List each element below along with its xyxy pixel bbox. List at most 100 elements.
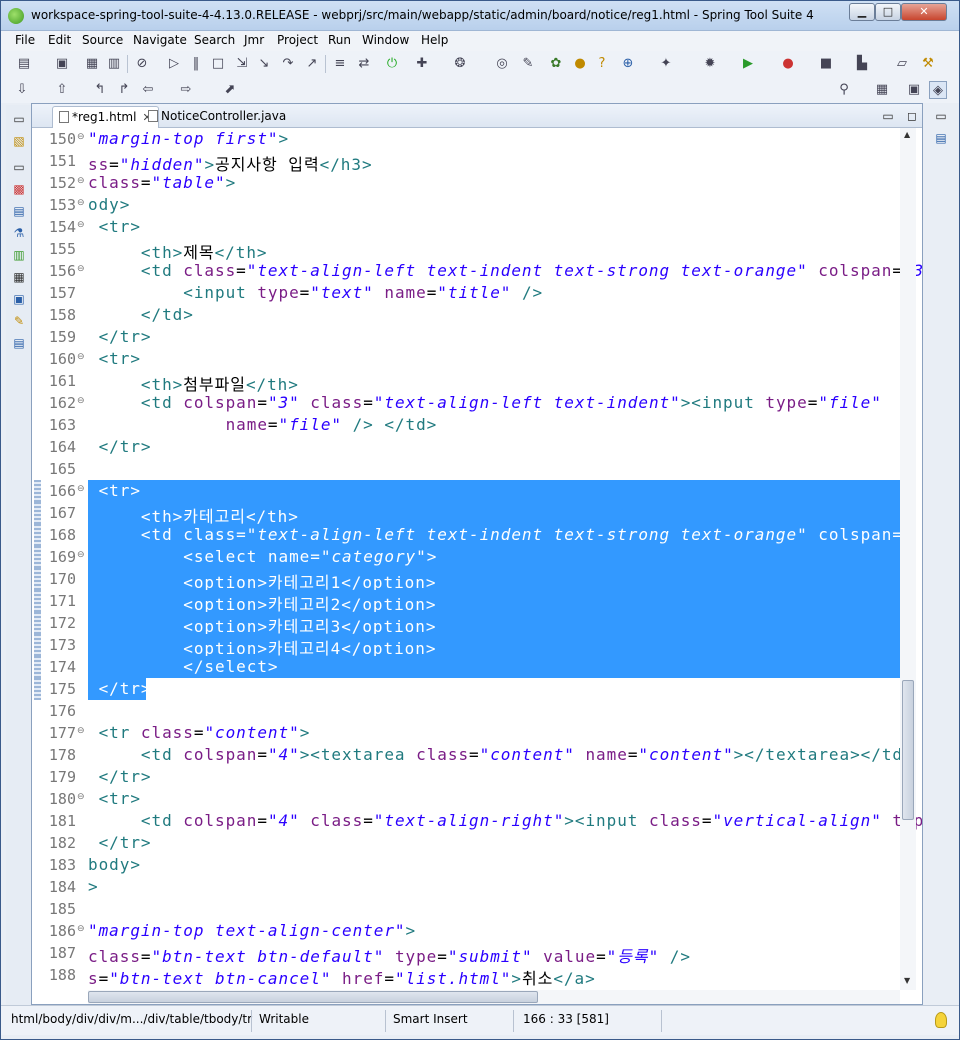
- code-line[interactable]: 177 ⊖ <tr class="content">: [32, 722, 900, 744]
- code-line[interactable]: 185: [32, 898, 900, 920]
- code-line[interactable]: 170 <option>카테고리1</option>: [32, 568, 900, 592]
- outline-right-icon[interactable]: ▤: [932, 129, 950, 147]
- new-spring-project-icon[interactable]: ✚: [413, 55, 431, 73]
- menu-window[interactable]: Window: [362, 33, 409, 47]
- fold-toggle-icon[interactable]: ⊖: [77, 132, 85, 142]
- step-into-icon[interactable]: ↘: [255, 55, 273, 73]
- help-icon[interactable]: ?: [593, 55, 611, 73]
- code-line[interactable]: 188 s="btn-text btn-cancel" href="list.ht…: [32, 964, 900, 988]
- save-icon[interactable]: ▣: [53, 55, 71, 73]
- code-line[interactable]: 159 </tr>: [32, 326, 900, 348]
- git-icon[interactable]: ✦: [657, 55, 675, 73]
- search-icon[interactable]: ⚲: [835, 81, 853, 99]
- search-edit-icon[interactable]: ✎: [519, 55, 537, 73]
- browser-icon[interactable]: ◎: [493, 55, 511, 73]
- debug-icon[interactable]: ✹: [701, 55, 719, 73]
- fold-toggle-icon[interactable]: ⊖: [77, 198, 85, 208]
- fold-toggle-icon[interactable]: ⊖: [77, 924, 85, 934]
- fold-toggle-icon[interactable]: ⊖: [77, 396, 85, 406]
- previous-annotation-icon[interactable]: ⇧: [53, 81, 71, 99]
- code-line[interactable]: 178 <td colspan="4"><textarea class="con…: [32, 744, 913, 766]
- code-line[interactable]: 180 ⊖ <tr>: [32, 788, 900, 810]
- restore-2-icon[interactable]: ▭: [11, 159, 27, 175]
- code-line[interactable]: 153 ⊖ ody>: [32, 194, 900, 216]
- plugin-icon[interactable]: ✿: [547, 55, 565, 73]
- problems-icon[interactable]: ▩: [11, 181, 27, 197]
- fold-toggle-icon[interactable]: ⊖: [77, 726, 85, 736]
- next-annotation-icon[interactable]: ⇩: [13, 81, 31, 99]
- terminate-icon[interactable]: □: [209, 55, 227, 73]
- scroll-up-icon[interactable]: ▲: [904, 130, 910, 139]
- deploy-icon[interactable]: ▙: [853, 55, 871, 73]
- menu-file[interactable]: File: [15, 33, 35, 47]
- fold-toggle-icon[interactable]: ⊖: [77, 220, 85, 230]
- spring-perspective-icon[interactable]: ◈: [929, 81, 947, 99]
- fold-toggle-icon[interactable]: ⊖: [77, 792, 85, 802]
- new-icon[interactable]: ▤: [15, 55, 33, 73]
- tab-notice-controller[interactable]: NoticeController.java: [142, 106, 292, 128]
- perspective-icon[interactable]: ▦: [873, 81, 891, 99]
- vertical-scrollbar[interactable]: ▲ ▼: [900, 128, 916, 990]
- code-line[interactable]: 187 class="btn-text btn-default" type="su…: [32, 942, 900, 966]
- step-over-icon[interactable]: ↷: [279, 55, 297, 73]
- menu-navigate[interactable]: Navigate: [133, 33, 187, 47]
- tools-icon[interactable]: ⚒: [919, 55, 937, 73]
- console-icon[interactable]: ▣: [11, 291, 27, 307]
- disconnect-icon[interactable]: ⇲: [233, 55, 251, 73]
- code-line[interactable]: 176: [32, 700, 900, 722]
- restore-icon[interactable]: ▭: [11, 111, 27, 127]
- code-line[interactable]: 150 ⊖ "margin-top first">: [32, 128, 900, 150]
- code-line[interactable]: 182 </tr>: [32, 832, 900, 854]
- tasks-icon[interactable]: ✎: [11, 313, 27, 329]
- open-type-icon[interactable]: ⇄: [355, 55, 373, 73]
- code-line[interactable]: 154 ⊖ <tr>: [32, 216, 900, 238]
- new-java-class-icon[interactable]: ❂: [451, 55, 469, 73]
- open-perspective-icon[interactable]: ▱: [893, 55, 911, 73]
- run-icon[interactable]: ▶: [739, 55, 757, 73]
- code-editor[interactable]: 150 ⊖ "margin-top first"> 151 ss="hidden">공지…: [32, 128, 922, 990]
- vertical-scroll-thumb[interactable]: [902, 680, 914, 820]
- fold-toggle-icon[interactable]: ⊖: [77, 264, 85, 274]
- lightbulb-icon[interactable]: [935, 1012, 947, 1028]
- code-line[interactable]: 161 <th>첨부파일</th>: [32, 370, 900, 394]
- open-console-icon[interactable]: ⬈: [221, 81, 239, 99]
- external-tools-icon[interactable]: ●: [779, 55, 797, 73]
- resume-icon[interactable]: ▷: [165, 55, 183, 73]
- code-line[interactable]: 167 <th>카테고리</th>: [32, 502, 900, 526]
- maximize-button[interactable]: □: [875, 3, 901, 21]
- code-line[interactable]: 158 </td>: [32, 304, 900, 326]
- code-line[interactable]: 181 <td colspan="4" class="text-align-ri…: [32, 810, 922, 832]
- save-all-icon[interactable]: ▦: [83, 55, 101, 73]
- back-icon[interactable]: ⇦: [139, 81, 157, 99]
- code-line[interactable]: 151 ss="hidden">공지사항 입력</h3>: [32, 150, 900, 174]
- menu-search[interactable]: Search: [194, 33, 235, 47]
- scroll-down-icon[interactable]: ▼: [904, 976, 910, 985]
- last-edit-icon[interactable]: ↰: [91, 81, 109, 99]
- code-line[interactable]: 172 <option>카테고리3</option>: [32, 612, 900, 636]
- fold-toggle-icon[interactable]: ⊖: [77, 550, 85, 560]
- code-line[interactable]: 175 </tr>: [32, 678, 900, 700]
- code-line[interactable]: 166 ⊖ <tr>: [32, 480, 900, 502]
- code-line[interactable]: 171 <option>카테고리2</option>: [32, 590, 900, 614]
- code-line[interactable]: 152 ⊖ class="table">: [32, 172, 900, 194]
- code-line[interactable]: 160 ⊖ <tr>: [32, 348, 900, 370]
- stop-icon[interactable]: ■: [817, 55, 835, 73]
- menu-project[interactable]: Project: [277, 33, 318, 47]
- globe-icon[interactable]: ⊕: [619, 55, 637, 73]
- code-line[interactable]: 162 ⊖ <td colspan="3" class="text-align-l…: [32, 392, 900, 414]
- code-line[interactable]: 156 ⊖ <td class="text-align-left text-ind…: [32, 260, 922, 282]
- code-line[interactable]: 168 <td class="text-align-left text-inde…: [32, 524, 922, 546]
- code-line[interactable]: 164 </tr>: [32, 436, 900, 458]
- restore-right-icon[interactable]: ▭: [932, 107, 950, 125]
- minimize-view-button[interactable]: ▭: [880, 108, 896, 124]
- minimize-button[interactable]: ▁: [849, 3, 875, 21]
- code-line[interactable]: 163 name="file" /> </td>: [32, 414, 900, 436]
- code-line[interactable]: 157 <input type="text" name="title" />: [32, 282, 900, 304]
- suspend-icon[interactable]: ‖: [187, 55, 205, 73]
- skip-breakpoints-icon[interactable]: ⊘: [133, 55, 151, 73]
- spring-boot-icon[interactable]: ⏻: [383, 55, 401, 73]
- code-line[interactable]: 186 ⊖ "margin-top text-align-center">: [32, 920, 900, 942]
- code-line[interactable]: 184 >: [32, 876, 900, 898]
- use-step-filters-icon[interactable]: ≡: [331, 55, 349, 73]
- outline-icon[interactable]: ▤: [11, 203, 27, 219]
